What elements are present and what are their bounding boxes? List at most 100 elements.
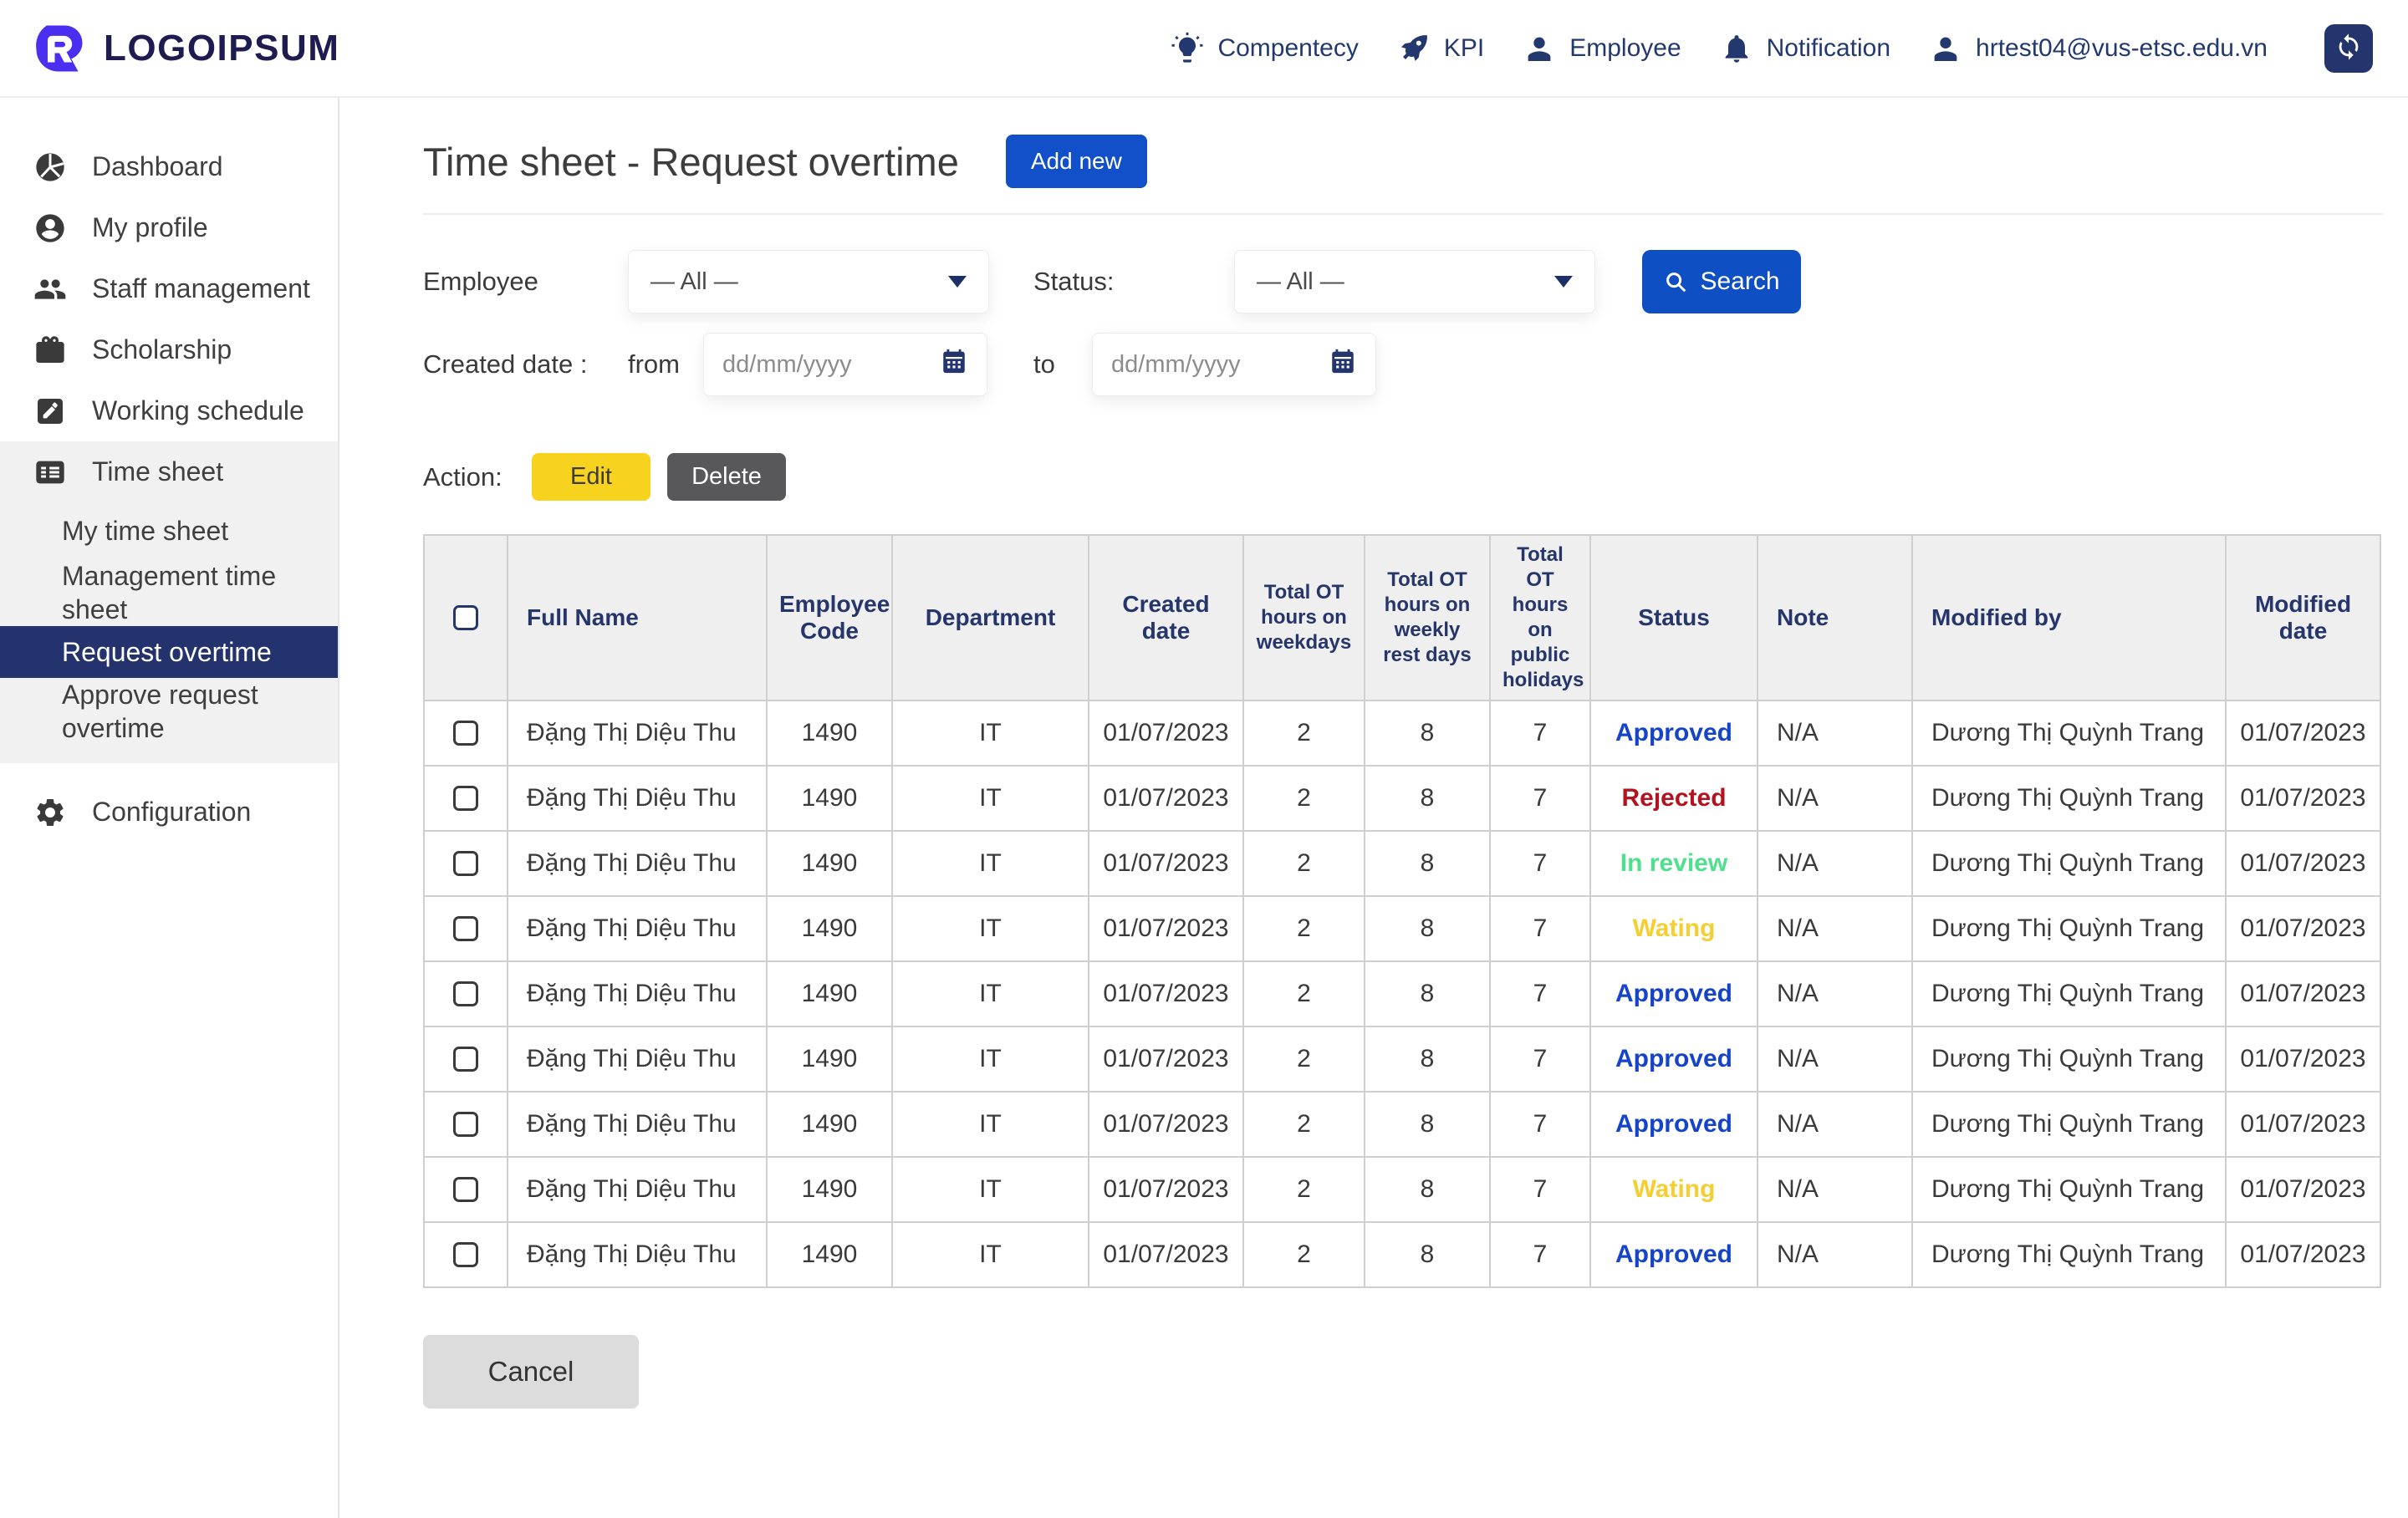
cell-employee-code: 1490 bbox=[767, 831, 892, 896]
page-title: Time sheet - Request overtime bbox=[423, 139, 959, 185]
brand-name: LOGOIPSUM bbox=[104, 28, 339, 69]
nav-item-employee[interactable]: Employee bbox=[1523, 32, 1681, 65]
lightbulb-icon bbox=[1171, 32, 1204, 65]
cell-modified-date: 01/07/2023 bbox=[2226, 700, 2380, 766]
select-all-checkbox[interactable] bbox=[453, 605, 478, 630]
cell-full-name: Đặng Thị Diệu Thu bbox=[508, 700, 767, 766]
add-new-button[interactable]: Add new bbox=[1006, 135, 1147, 188]
cell-modified-date: 01/07/2023 bbox=[2226, 961, 2380, 1026]
cell-modified-date: 01/07/2023 bbox=[2226, 1026, 2380, 1092]
cell-status: Approved bbox=[1590, 961, 1758, 1026]
sidebar-item-label: Staff management bbox=[92, 273, 310, 304]
row-checkbox[interactable] bbox=[453, 786, 478, 811]
cell-ot-public-holidays: 7 bbox=[1490, 766, 1590, 831]
cancel-button[interactable]: Cancel bbox=[423, 1335, 639, 1408]
to-label: to bbox=[1033, 349, 1092, 380]
nav-item-hrtest04-vus-etsc-edu-vn[interactable]: hrtest04@vus-etsc.edu.vn bbox=[1929, 32, 2268, 65]
cell-ot-weekly-rest: 8 bbox=[1365, 1222, 1490, 1287]
sidebar-item-label: My time sheet bbox=[62, 514, 228, 548]
sidebar-item-my-time-sheet[interactable]: My time sheet bbox=[0, 502, 338, 559]
status-filter-label: Status: bbox=[1033, 267, 1234, 297]
cell-modified-by: Dương Thị Quỳnh Trang bbox=[1912, 896, 2226, 961]
gift-icon bbox=[33, 334, 67, 367]
sidebar-item-time-sheet[interactable]: Time sheet bbox=[0, 441, 338, 502]
sidebar-item-label: Dashboard bbox=[92, 151, 223, 182]
employee-select[interactable]: — All — bbox=[628, 250, 989, 313]
date-to-input[interactable]: dd/mm/yyyy bbox=[1092, 333, 1376, 396]
row-checkbox[interactable] bbox=[453, 1242, 478, 1267]
cell-department: IT bbox=[892, 831, 1089, 896]
cell-ot-public-holidays: 7 bbox=[1490, 1157, 1590, 1222]
sidebar-item-label: Scholarship bbox=[92, 334, 232, 365]
column-header-note: Note bbox=[1758, 535, 1912, 700]
cell-ot-weekly-rest: 8 bbox=[1365, 961, 1490, 1026]
row-checkbox[interactable] bbox=[453, 1112, 478, 1137]
calendar-icon[interactable] bbox=[940, 347, 968, 382]
cell-status: Approved bbox=[1590, 1026, 1758, 1092]
nav-item-kpi[interactable]: KPI bbox=[1397, 32, 1484, 65]
timesheet-icon bbox=[33, 456, 67, 489]
status-select[interactable]: — All — bbox=[1234, 250, 1595, 313]
cell-created-date: 01/07/2023 bbox=[1089, 766, 1243, 831]
sidebar-item-working-schedule[interactable]: Working schedule bbox=[0, 380, 338, 441]
row-checkbox-cell bbox=[424, 831, 508, 896]
cell-ot-weekly-rest: 8 bbox=[1365, 766, 1490, 831]
table-row: Đặng Thị Diệu Thu1490IT01/07/2023287Wati… bbox=[424, 896, 2380, 961]
row-checkbox[interactable] bbox=[453, 1047, 478, 1072]
cell-ot-weekdays: 2 bbox=[1243, 1157, 1365, 1222]
row-checkbox[interactable] bbox=[453, 721, 478, 746]
cell-ot-weekly-rest: 8 bbox=[1365, 1157, 1490, 1222]
sidebar-item-my-profile[interactable]: My profile bbox=[0, 197, 338, 258]
cell-full-name: Đặng Thị Diệu Thu bbox=[508, 1092, 767, 1157]
row-checkbox-cell bbox=[424, 896, 508, 961]
dashboard-icon bbox=[33, 150, 67, 184]
cell-modified-by: Dương Thị Quỳnh Trang bbox=[1912, 1157, 2226, 1222]
nav-item-label: Employee bbox=[1569, 34, 1681, 63]
cell-note: N/A bbox=[1758, 766, 1912, 831]
filters-panel: Employee — All — Status: — All — Search … bbox=[423, 250, 2383, 396]
row-checkbox[interactable] bbox=[453, 916, 478, 941]
sidebar-item-management-time-sheet[interactable]: Management time sheet bbox=[0, 559, 338, 626]
cell-employee-code: 1490 bbox=[767, 961, 892, 1026]
cell-full-name: Đặng Thị Diệu Thu bbox=[508, 831, 767, 896]
chevron-down-icon bbox=[1554, 276, 1573, 288]
sidebar-item-label: Management time sheet bbox=[62, 559, 313, 626]
sidebar-item-label: Approve request overtime bbox=[62, 678, 313, 745]
employee-filter-label: Employee bbox=[423, 267, 628, 297]
sidebar-item-staff-management[interactable]: Staff management bbox=[0, 258, 338, 319]
cell-department: IT bbox=[892, 1157, 1089, 1222]
sidebar-item-label: Request overtime bbox=[62, 635, 272, 669]
table-row: Đặng Thị Diệu Thu1490IT01/07/2023287Appr… bbox=[424, 1092, 2380, 1157]
cell-ot-weekdays: 2 bbox=[1243, 1026, 1365, 1092]
cell-ot-weekly-rest: 8 bbox=[1365, 1092, 1490, 1157]
sidebar-item-dashboard[interactable]: Dashboard bbox=[0, 136, 338, 197]
sidebar-item-configuration[interactable]: Configuration bbox=[0, 782, 338, 843]
cell-full-name: Đặng Thị Diệu Thu bbox=[508, 896, 767, 961]
action-row: Action: Edit Delete bbox=[423, 453, 2383, 501]
calendar-icon[interactable] bbox=[1329, 347, 1357, 382]
cell-note: N/A bbox=[1758, 1222, 1912, 1287]
cell-full-name: Đặng Thị Diệu Thu bbox=[508, 766, 767, 831]
row-checkbox[interactable] bbox=[453, 1177, 478, 1202]
nav-item-notification[interactable]: Notification bbox=[1720, 32, 1890, 65]
column-header-full-name: Full Name bbox=[508, 535, 767, 700]
row-checkbox[interactable] bbox=[453, 851, 478, 876]
delete-button[interactable]: Delete bbox=[667, 453, 786, 501]
nav-item-compentecy[interactable]: Compentecy bbox=[1171, 32, 1358, 65]
brand-logo[interactable]: LOGOIPSUM bbox=[32, 21, 339, 76]
search-button[interactable]: Search bbox=[1642, 250, 1801, 313]
cell-note: N/A bbox=[1758, 1157, 1912, 1222]
refresh-button[interactable] bbox=[2324, 24, 2373, 73]
table-row: Đặng Thị Diệu Thu1490IT01/07/2023287In r… bbox=[424, 831, 2380, 896]
sidebar-item-approve-request-overtime[interactable]: Approve request overtime bbox=[0, 678, 338, 745]
sidebar-item-request-overtime[interactable]: Request overtime bbox=[0, 626, 338, 678]
main-content: Time sheet - Request overtime Add new Em… bbox=[339, 98, 2408, 1518]
table-row: Đặng Thị Diệu Thu1490IT01/07/2023287Appr… bbox=[424, 1026, 2380, 1092]
date-from-input[interactable]: dd/mm/yyyy bbox=[703, 333, 987, 396]
sidebar-item-scholarship[interactable]: Scholarship bbox=[0, 319, 338, 380]
cell-created-date: 01/07/2023 bbox=[1089, 1157, 1243, 1222]
row-checkbox[interactable] bbox=[453, 981, 478, 1006]
edit-button[interactable]: Edit bbox=[532, 453, 650, 501]
cell-employee-code: 1490 bbox=[767, 1092, 892, 1157]
cell-modified-by: Dương Thị Quỳnh Trang bbox=[1912, 1222, 2226, 1287]
